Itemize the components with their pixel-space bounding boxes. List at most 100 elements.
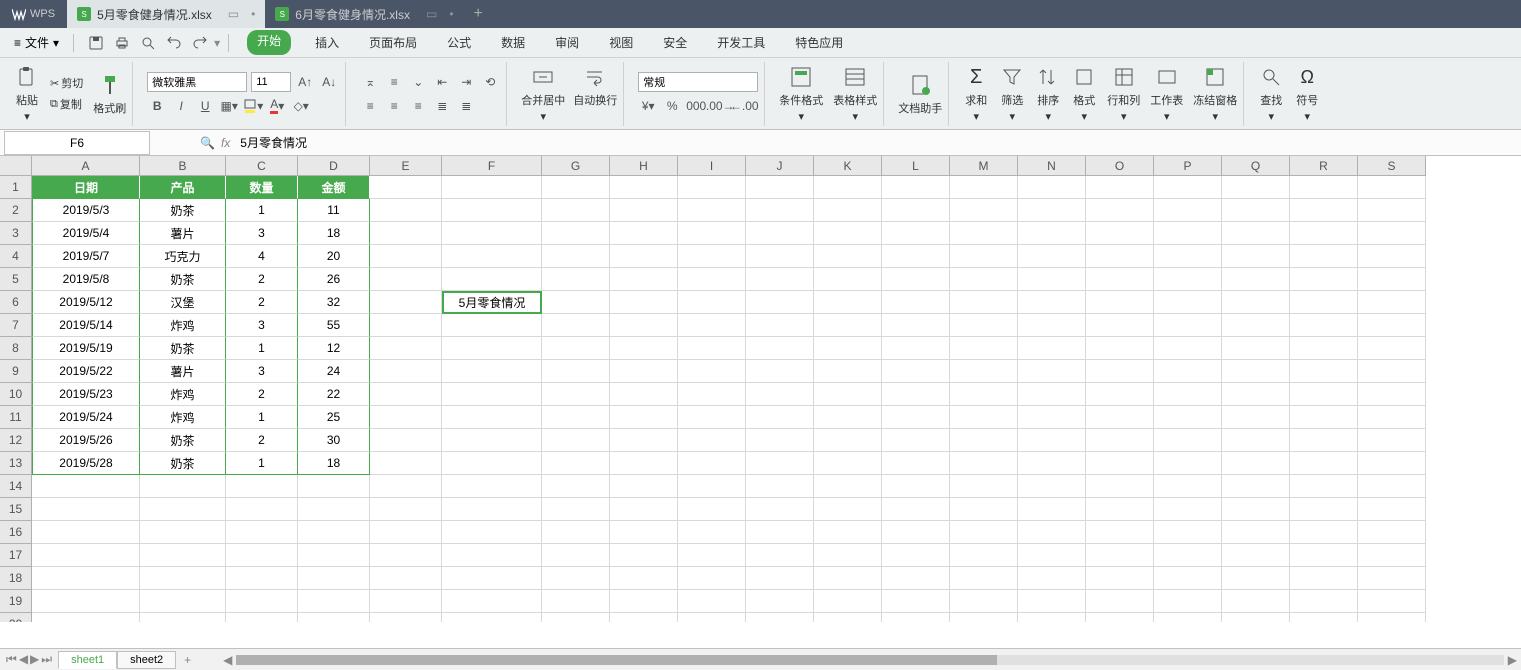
zoom-icon[interactable]: 🔍: [200, 136, 215, 150]
cell[interactable]: [1086, 613, 1154, 622]
cell[interactable]: 奶茶: [140, 199, 226, 222]
cell[interactable]: [140, 521, 226, 544]
cell[interactable]: [1154, 222, 1222, 245]
cell[interactable]: 薯片: [140, 222, 226, 245]
cell[interactable]: [610, 590, 678, 613]
cell[interactable]: [950, 199, 1018, 222]
cell[interactable]: [32, 544, 140, 567]
fx-icon[interactable]: fx: [221, 136, 230, 150]
cell[interactable]: [1018, 337, 1086, 360]
cell[interactable]: [370, 199, 442, 222]
orientation-icon[interactable]: ⟲: [480, 72, 500, 92]
cell[interactable]: [746, 452, 814, 475]
cell[interactable]: [1290, 429, 1358, 452]
cell[interactable]: [1222, 544, 1290, 567]
cell[interactable]: [442, 337, 542, 360]
cell[interactable]: [442, 406, 542, 429]
cell[interactable]: [950, 452, 1018, 475]
cell[interactable]: [882, 521, 950, 544]
cell[interactable]: [1018, 268, 1086, 291]
cell[interactable]: [950, 475, 1018, 498]
cell[interactable]: [1154, 590, 1222, 613]
column-header[interactable]: C: [226, 156, 298, 176]
cell[interactable]: [370, 360, 442, 383]
cell[interactable]: [32, 590, 140, 613]
cell[interactable]: [442, 383, 542, 406]
ribbon-tab[interactable]: 审阅: [549, 30, 585, 55]
cell[interactable]: [1290, 314, 1358, 337]
cell[interactable]: [1290, 452, 1358, 475]
cell[interactable]: [226, 475, 298, 498]
sheet-tab[interactable]: sheet2: [117, 651, 176, 669]
cell[interactable]: [1154, 613, 1222, 622]
cell[interactable]: 2019/5/23: [32, 383, 140, 406]
cell[interactable]: [882, 176, 950, 199]
cell[interactable]: [1086, 498, 1154, 521]
cell[interactable]: [1086, 429, 1154, 452]
cell[interactable]: [1086, 567, 1154, 590]
cell[interactable]: [678, 360, 746, 383]
cell[interactable]: [298, 498, 370, 521]
doc-helper-button[interactable]: 文档助手: [898, 72, 942, 116]
cut-button[interactable]: ✂剪切: [48, 74, 85, 92]
cell[interactable]: [746, 337, 814, 360]
row-header[interactable]: 18: [0, 567, 32, 590]
row-header[interactable]: 17: [0, 544, 32, 567]
cell[interactable]: [370, 452, 442, 475]
cell[interactable]: [678, 176, 746, 199]
cell[interactable]: [814, 291, 882, 314]
cell[interactable]: [610, 475, 678, 498]
cell[interactable]: [370, 268, 442, 291]
cell[interactable]: [542, 590, 610, 613]
cell[interactable]: [1018, 383, 1086, 406]
cell[interactable]: [814, 406, 882, 429]
cell[interactable]: [610, 291, 678, 314]
cell[interactable]: 数量: [226, 176, 298, 199]
cell[interactable]: [678, 521, 746, 544]
align-middle-icon[interactable]: ≡: [384, 72, 404, 92]
cell[interactable]: 炸鸡: [140, 406, 226, 429]
column-header[interactable]: K: [814, 156, 882, 176]
cell[interactable]: [442, 590, 542, 613]
ribbon-tab[interactable]: 开发工具: [711, 30, 771, 55]
cell[interactable]: [442, 222, 542, 245]
cell[interactable]: [678, 268, 746, 291]
cell[interactable]: [882, 544, 950, 567]
cell[interactable]: [226, 590, 298, 613]
cell[interactable]: 奶茶: [140, 337, 226, 360]
cell[interactable]: [1086, 199, 1154, 222]
column-header[interactable]: S: [1358, 156, 1426, 176]
font-size-select[interactable]: [251, 72, 291, 92]
filter-button[interactable]: 筛选▾: [999, 64, 1025, 123]
column-header[interactable]: L: [882, 156, 950, 176]
cell[interactable]: [1290, 337, 1358, 360]
cell[interactable]: [442, 613, 542, 622]
sheet-last-icon[interactable]: ⏭: [41, 652, 52, 667]
cell[interactable]: [950, 567, 1018, 590]
cell[interactable]: [1222, 245, 1290, 268]
cell[interactable]: [1222, 590, 1290, 613]
cell[interactable]: [814, 199, 882, 222]
cell[interactable]: 2019/5/12: [32, 291, 140, 314]
cell[interactable]: [370, 475, 442, 498]
row-header[interactable]: 14: [0, 475, 32, 498]
cell[interactable]: [950, 406, 1018, 429]
cell[interactable]: [1290, 521, 1358, 544]
italic-button[interactable]: I: [171, 96, 191, 116]
row-header[interactable]: 4: [0, 245, 32, 268]
cell[interactable]: [370, 429, 442, 452]
row-header[interactable]: 5: [0, 268, 32, 291]
cell[interactable]: [1018, 590, 1086, 613]
cell[interactable]: [610, 452, 678, 475]
cell[interactable]: [1086, 360, 1154, 383]
cell[interactable]: [1222, 429, 1290, 452]
cell[interactable]: [610, 268, 678, 291]
cell[interactable]: [882, 452, 950, 475]
font-name-select[interactable]: [147, 72, 247, 92]
cell[interactable]: [1290, 268, 1358, 291]
cell[interactable]: 24: [298, 360, 370, 383]
cell[interactable]: [1358, 406, 1426, 429]
cell[interactable]: [140, 498, 226, 521]
cell[interactable]: [882, 383, 950, 406]
cell[interactable]: 炸鸡: [140, 383, 226, 406]
